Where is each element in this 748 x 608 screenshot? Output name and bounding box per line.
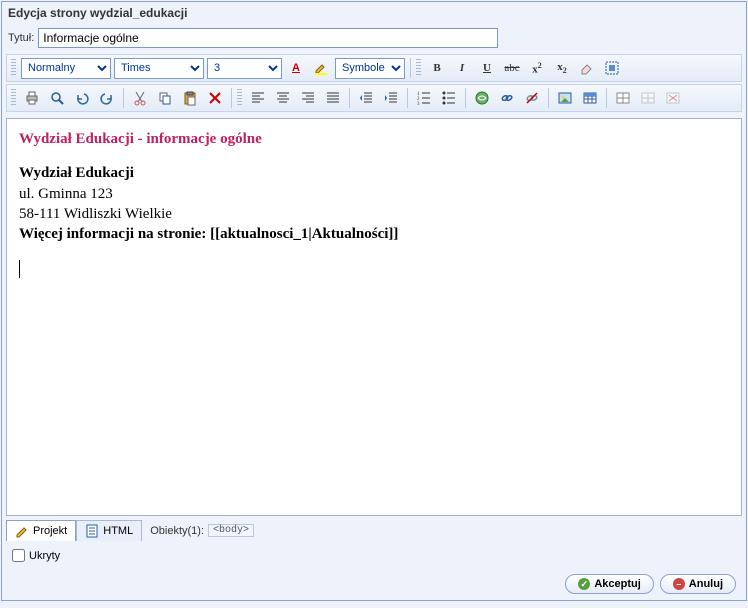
title-label: Tytuł: bbox=[8, 32, 34, 44]
separator bbox=[465, 88, 466, 108]
separator bbox=[349, 88, 350, 108]
redo-button[interactable] bbox=[96, 87, 118, 109]
separator bbox=[407, 88, 408, 108]
separator bbox=[410, 58, 411, 78]
tab-label: Projekt bbox=[33, 525, 67, 537]
content-line-2: ul. Gminna 123 bbox=[19, 184, 729, 204]
unlink-button[interactable] bbox=[521, 87, 543, 109]
title-input[interactable] bbox=[38, 28, 498, 48]
grip-icon bbox=[11, 89, 16, 107]
hidden-checkbox[interactable] bbox=[12, 549, 25, 562]
document-icon bbox=[85, 524, 99, 538]
content-line-4: Więcej informacji na stronie: [[aktualno… bbox=[19, 224, 729, 244]
check-icon: ✓ bbox=[578, 578, 590, 590]
content-line-1: Wydział Edukacji bbox=[19, 163, 729, 183]
find-button[interactable] bbox=[46, 87, 68, 109]
font-select[interactable]: Times bbox=[114, 58, 204, 79]
button-row: ✓ Akceptuj – Anuluj bbox=[2, 568, 746, 600]
grip-icon bbox=[416, 59, 421, 77]
separator bbox=[231, 88, 232, 108]
toolbar-area: Normalny Times 3 A Symbole B I U abc x2 … bbox=[2, 52, 746, 114]
svg-text:3: 3 bbox=[417, 102, 420, 106]
highlight-button[interactable] bbox=[310, 57, 332, 79]
indent-button[interactable] bbox=[380, 87, 402, 109]
accept-label: Akceptuj bbox=[594, 578, 640, 590]
align-left-button[interactable] bbox=[247, 87, 269, 109]
hidden-row: Ukryty bbox=[2, 543, 746, 568]
tab-html[interactable]: HTML bbox=[76, 520, 142, 541]
editor-window: Edycja strony wydzial_edukacji Tytuł: No… bbox=[1, 1, 747, 601]
undo-button[interactable] bbox=[71, 87, 93, 109]
cancel-label: Anuluj bbox=[689, 578, 723, 590]
ordered-list-button[interactable]: 123 bbox=[413, 87, 435, 109]
underline-button[interactable]: U bbox=[476, 57, 498, 79]
cut-button[interactable] bbox=[129, 87, 151, 109]
link-button[interactable] bbox=[471, 87, 493, 109]
title-row: Tytuł: bbox=[2, 24, 746, 52]
tab-label: HTML bbox=[103, 525, 133, 537]
editor-content[interactable]: Wydział Edukacji - informacje ogólne Wyd… bbox=[6, 118, 742, 516]
align-justify-button[interactable] bbox=[322, 87, 344, 109]
cancel-button[interactable]: – Anuluj bbox=[660, 574, 736, 594]
separator bbox=[548, 88, 549, 108]
separator bbox=[123, 88, 124, 108]
bold-button[interactable]: B bbox=[426, 57, 448, 79]
delete-button[interactable] bbox=[204, 87, 226, 109]
table-button[interactable] bbox=[579, 87, 601, 109]
content-line-3: 58-111 Widliszki Wielkie bbox=[19, 204, 729, 224]
style-select[interactable]: Normalny bbox=[21, 58, 111, 79]
object-token[interactable]: <body> bbox=[208, 524, 254, 537]
font-color-button[interactable]: A bbox=[285, 57, 307, 79]
symbol-select[interactable]: Symbole bbox=[335, 58, 405, 79]
align-right-button[interactable] bbox=[297, 87, 319, 109]
minus-icon: – bbox=[673, 578, 685, 590]
table-delete-button[interactable] bbox=[662, 87, 684, 109]
objects-label: Obiekty(1): <body> bbox=[142, 521, 262, 540]
toolbar-2: 123 bbox=[6, 84, 742, 112]
eraser-button[interactable] bbox=[576, 57, 598, 79]
insert-table-button[interactable] bbox=[612, 87, 634, 109]
grip-icon bbox=[237, 89, 242, 107]
pencil-icon bbox=[15, 524, 29, 538]
content-heading: Wydział Edukacji - informacje ogólne bbox=[19, 129, 729, 149]
grip-icon bbox=[11, 59, 16, 77]
size-select[interactable]: 3 bbox=[207, 58, 282, 79]
accept-button[interactable]: ✓ Akceptuj bbox=[565, 574, 653, 594]
print-button[interactable] bbox=[21, 87, 43, 109]
table-props-button[interactable] bbox=[637, 87, 659, 109]
select-all-button[interactable] bbox=[601, 57, 623, 79]
copy-button[interactable] bbox=[154, 87, 176, 109]
paste-button[interactable] bbox=[179, 87, 201, 109]
separator bbox=[606, 88, 607, 108]
hidden-label: Ukryty bbox=[29, 550, 60, 562]
strike-button[interactable]: abc bbox=[501, 57, 523, 79]
unordered-list-button[interactable] bbox=[438, 87, 460, 109]
align-center-button[interactable] bbox=[272, 87, 294, 109]
tab-bar: Projekt HTML Obiekty(1): <body> bbox=[2, 520, 746, 543]
tab-projekt[interactable]: Projekt bbox=[6, 520, 76, 541]
italic-button[interactable]: I bbox=[451, 57, 473, 79]
outdent-button[interactable] bbox=[355, 87, 377, 109]
image-button[interactable] bbox=[554, 87, 576, 109]
superscript-button[interactable]: x2 bbox=[526, 57, 548, 79]
window-title: Edycja strony wydzial_edukacji bbox=[2, 2, 746, 24]
subscript-button[interactable]: x2 bbox=[551, 57, 573, 79]
text-cursor bbox=[19, 260, 20, 278]
toolbar-1: Normalny Times 3 A Symbole B I U abc x2 … bbox=[6, 54, 742, 82]
anchor-button[interactable] bbox=[496, 87, 518, 109]
